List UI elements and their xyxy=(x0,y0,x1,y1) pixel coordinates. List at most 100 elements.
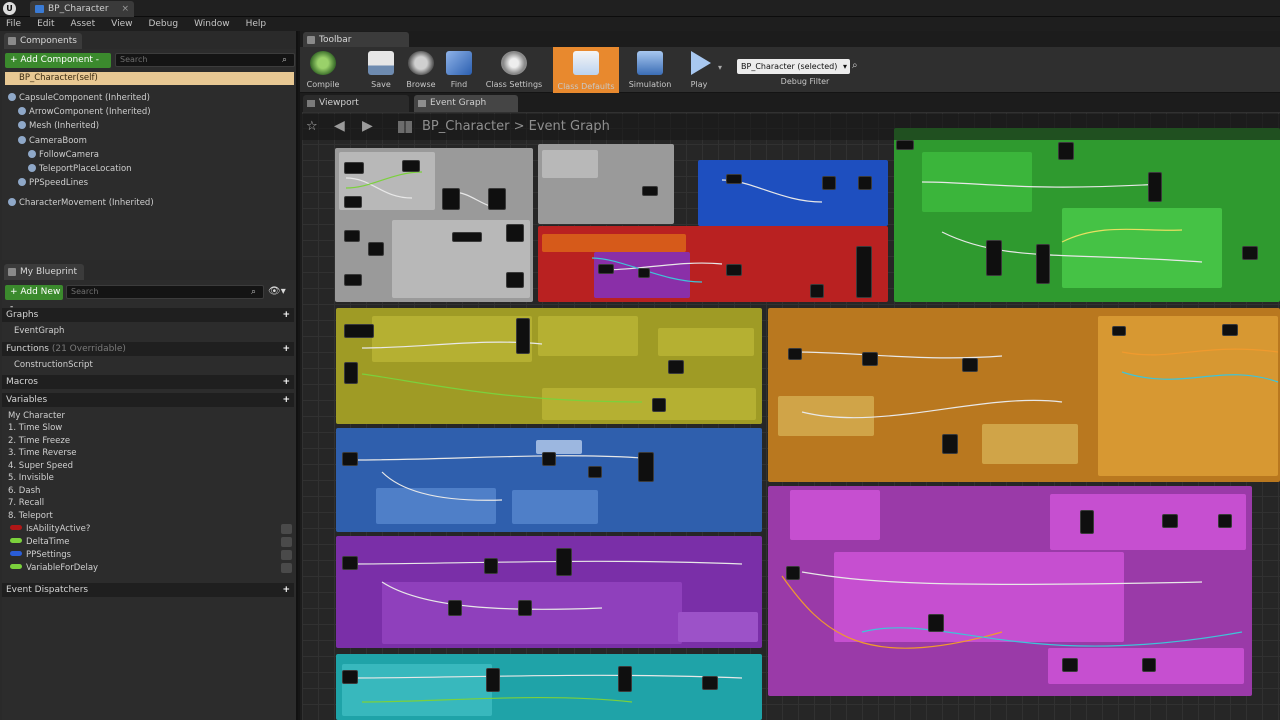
tree-item-follow-camera[interactable]: FollowCamera xyxy=(28,149,99,161)
blueprint-node[interactable] xyxy=(344,324,374,338)
var-category[interactable]: 3. Time Reverse xyxy=(8,447,76,459)
var-category[interactable]: 7. Recall xyxy=(8,497,44,509)
menu-file[interactable]: File xyxy=(6,17,21,31)
tree-item-mesh[interactable]: Mesh (Inherited) xyxy=(18,120,99,132)
back-arrow-icon[interactable]: ◀ xyxy=(334,118,345,134)
blueprint-node[interactable] xyxy=(1062,658,1078,672)
blueprint-node[interactable] xyxy=(822,176,836,190)
add-graph-icon[interactable]: + xyxy=(282,308,290,322)
blueprint-node[interactable] xyxy=(638,452,654,482)
blueprint-node[interactable] xyxy=(1222,324,1238,336)
visibility-icon[interactable] xyxy=(281,563,292,573)
play-button[interactable]: Play xyxy=(684,49,714,91)
blueprint-node[interactable] xyxy=(344,230,360,242)
menu-view[interactable]: View xyxy=(111,17,132,31)
breadcrumb-blueprint[interactable]: BP_Character xyxy=(422,119,509,134)
blueprint-node[interactable] xyxy=(344,362,358,384)
class-settings-button[interactable]: Class Settings xyxy=(482,49,546,91)
blueprint-node[interactable] xyxy=(986,240,1002,276)
blueprint-node[interactable] xyxy=(1218,514,1232,528)
simulation-button[interactable]: Simulation xyxy=(626,49,674,91)
compile-button[interactable]: Compile xyxy=(304,49,342,91)
add-new-button[interactable]: + Add New - xyxy=(5,285,63,312)
var-category[interactable]: 4. Super Speed xyxy=(8,460,73,472)
tab-viewport[interactable]: Viewport xyxy=(303,95,409,112)
event-graph-item[interactable]: EventGraph xyxy=(14,325,64,337)
variable-is-ability-active[interactable]: IsAbilityActive? xyxy=(10,523,90,535)
section-graphs[interactable]: Graphs + xyxy=(2,308,294,322)
unreal-logo-icon[interactable]: U xyxy=(3,2,16,15)
blueprint-node[interactable] xyxy=(1242,246,1258,260)
components-root[interactable]: BP_Character(self) xyxy=(5,72,294,85)
blueprint-node[interactable] xyxy=(638,268,650,278)
browse-button[interactable]: Browse xyxy=(404,49,438,91)
tree-item-character-movement[interactable]: CharacterMovement (Inherited) xyxy=(8,197,154,209)
add-function-icon[interactable]: + xyxy=(282,342,290,356)
components-search-input[interactable]: Search ⌕ xyxy=(115,53,295,67)
blueprint-node[interactable] xyxy=(486,668,500,692)
save-button[interactable]: Save xyxy=(366,49,396,91)
blueprint-node[interactable] xyxy=(810,284,824,298)
add-component-button[interactable]: + Add Component - xyxy=(5,53,111,68)
blueprint-node[interactable] xyxy=(518,600,532,616)
var-category[interactable]: 6. Dash xyxy=(8,485,40,497)
tree-item-camera-boom[interactable]: CameraBoom xyxy=(18,135,87,147)
find-button[interactable]: Find xyxy=(444,49,474,91)
blueprint-node[interactable] xyxy=(542,452,556,466)
tab-toolbar[interactable]: Toolbar xyxy=(303,32,409,48)
blueprint-node[interactable] xyxy=(344,274,362,286)
blueprint-node[interactable] xyxy=(598,264,614,274)
construction-script-item[interactable]: ConstructionScript xyxy=(14,359,93,371)
play-options-icon[interactable]: ▾ xyxy=(718,63,722,72)
var-category[interactable]: 5. Invisible xyxy=(8,472,54,484)
var-category[interactable]: 8. Teleport xyxy=(8,510,53,522)
blueprint-node[interactable] xyxy=(342,452,358,466)
blueprint-node[interactable] xyxy=(1162,514,1178,528)
debug-filter-select[interactable]: BP_Character (selected) ▾ xyxy=(737,59,850,74)
variable-delta-time[interactable]: DeltaTime xyxy=(10,536,69,548)
event-graph-canvas[interactable] xyxy=(302,112,1280,720)
add-dispatcher-icon[interactable]: + xyxy=(282,583,290,597)
menu-asset[interactable]: Asset xyxy=(71,17,96,31)
blueprint-node[interactable] xyxy=(1142,658,1156,672)
var-category[interactable]: 1. Time Slow xyxy=(8,422,62,434)
visibility-icon[interactable] xyxy=(281,537,292,547)
blueprint-node[interactable] xyxy=(1148,172,1162,202)
tab-components[interactable]: Components xyxy=(4,33,82,49)
tree-item-teleport-location[interactable]: TeleportPlaceLocation xyxy=(28,163,132,175)
var-category[interactable]: 2. Time Freeze xyxy=(8,435,70,447)
blueprint-node[interactable] xyxy=(1036,244,1050,284)
document-tab[interactable]: BP_Character × xyxy=(30,1,134,17)
blueprint-node[interactable] xyxy=(402,160,420,172)
blueprint-node[interactable] xyxy=(368,242,384,256)
blueprint-node[interactable] xyxy=(484,558,498,574)
blueprint-node[interactable] xyxy=(506,224,524,242)
menu-edit[interactable]: Edit xyxy=(37,17,54,31)
close-icon[interactable]: × xyxy=(121,1,129,17)
var-category[interactable]: My Character xyxy=(8,410,65,422)
blueprint-node[interactable] xyxy=(726,264,742,276)
blueprint-node[interactable] xyxy=(556,548,572,576)
tree-item-arrow[interactable]: ArrowComponent (Inherited) xyxy=(18,106,151,118)
blueprint-node[interactable] xyxy=(856,246,872,298)
menu-debug[interactable]: Debug xyxy=(148,17,178,31)
blueprint-node[interactable] xyxy=(726,174,742,184)
blueprint-node[interactable] xyxy=(702,676,718,690)
blueprint-node[interactable] xyxy=(452,232,482,242)
blueprint-node[interactable] xyxy=(588,466,602,478)
blueprint-node[interactable] xyxy=(668,360,684,374)
class-defaults-button[interactable]: Class Defaults xyxy=(553,47,619,93)
section-event-dispatchers[interactable]: Event Dispatchers + xyxy=(2,583,294,597)
blueprint-node[interactable] xyxy=(344,162,364,174)
blueprint-node[interactable] xyxy=(488,188,506,210)
star-icon[interactable]: ☆ xyxy=(306,119,318,134)
blueprint-node[interactable] xyxy=(506,272,524,288)
add-macro-icon[interactable]: + xyxy=(282,375,290,389)
blueprint-node[interactable] xyxy=(928,614,944,632)
blueprint-node[interactable] xyxy=(642,186,658,196)
my-blueprint-search-input[interactable]: Search ⌕ xyxy=(66,285,264,299)
blueprint-node[interactable] xyxy=(516,318,530,354)
blueprint-node[interactable] xyxy=(442,188,460,210)
blueprint-node[interactable] xyxy=(1112,326,1126,336)
menu-window[interactable]: Window xyxy=(194,17,230,31)
